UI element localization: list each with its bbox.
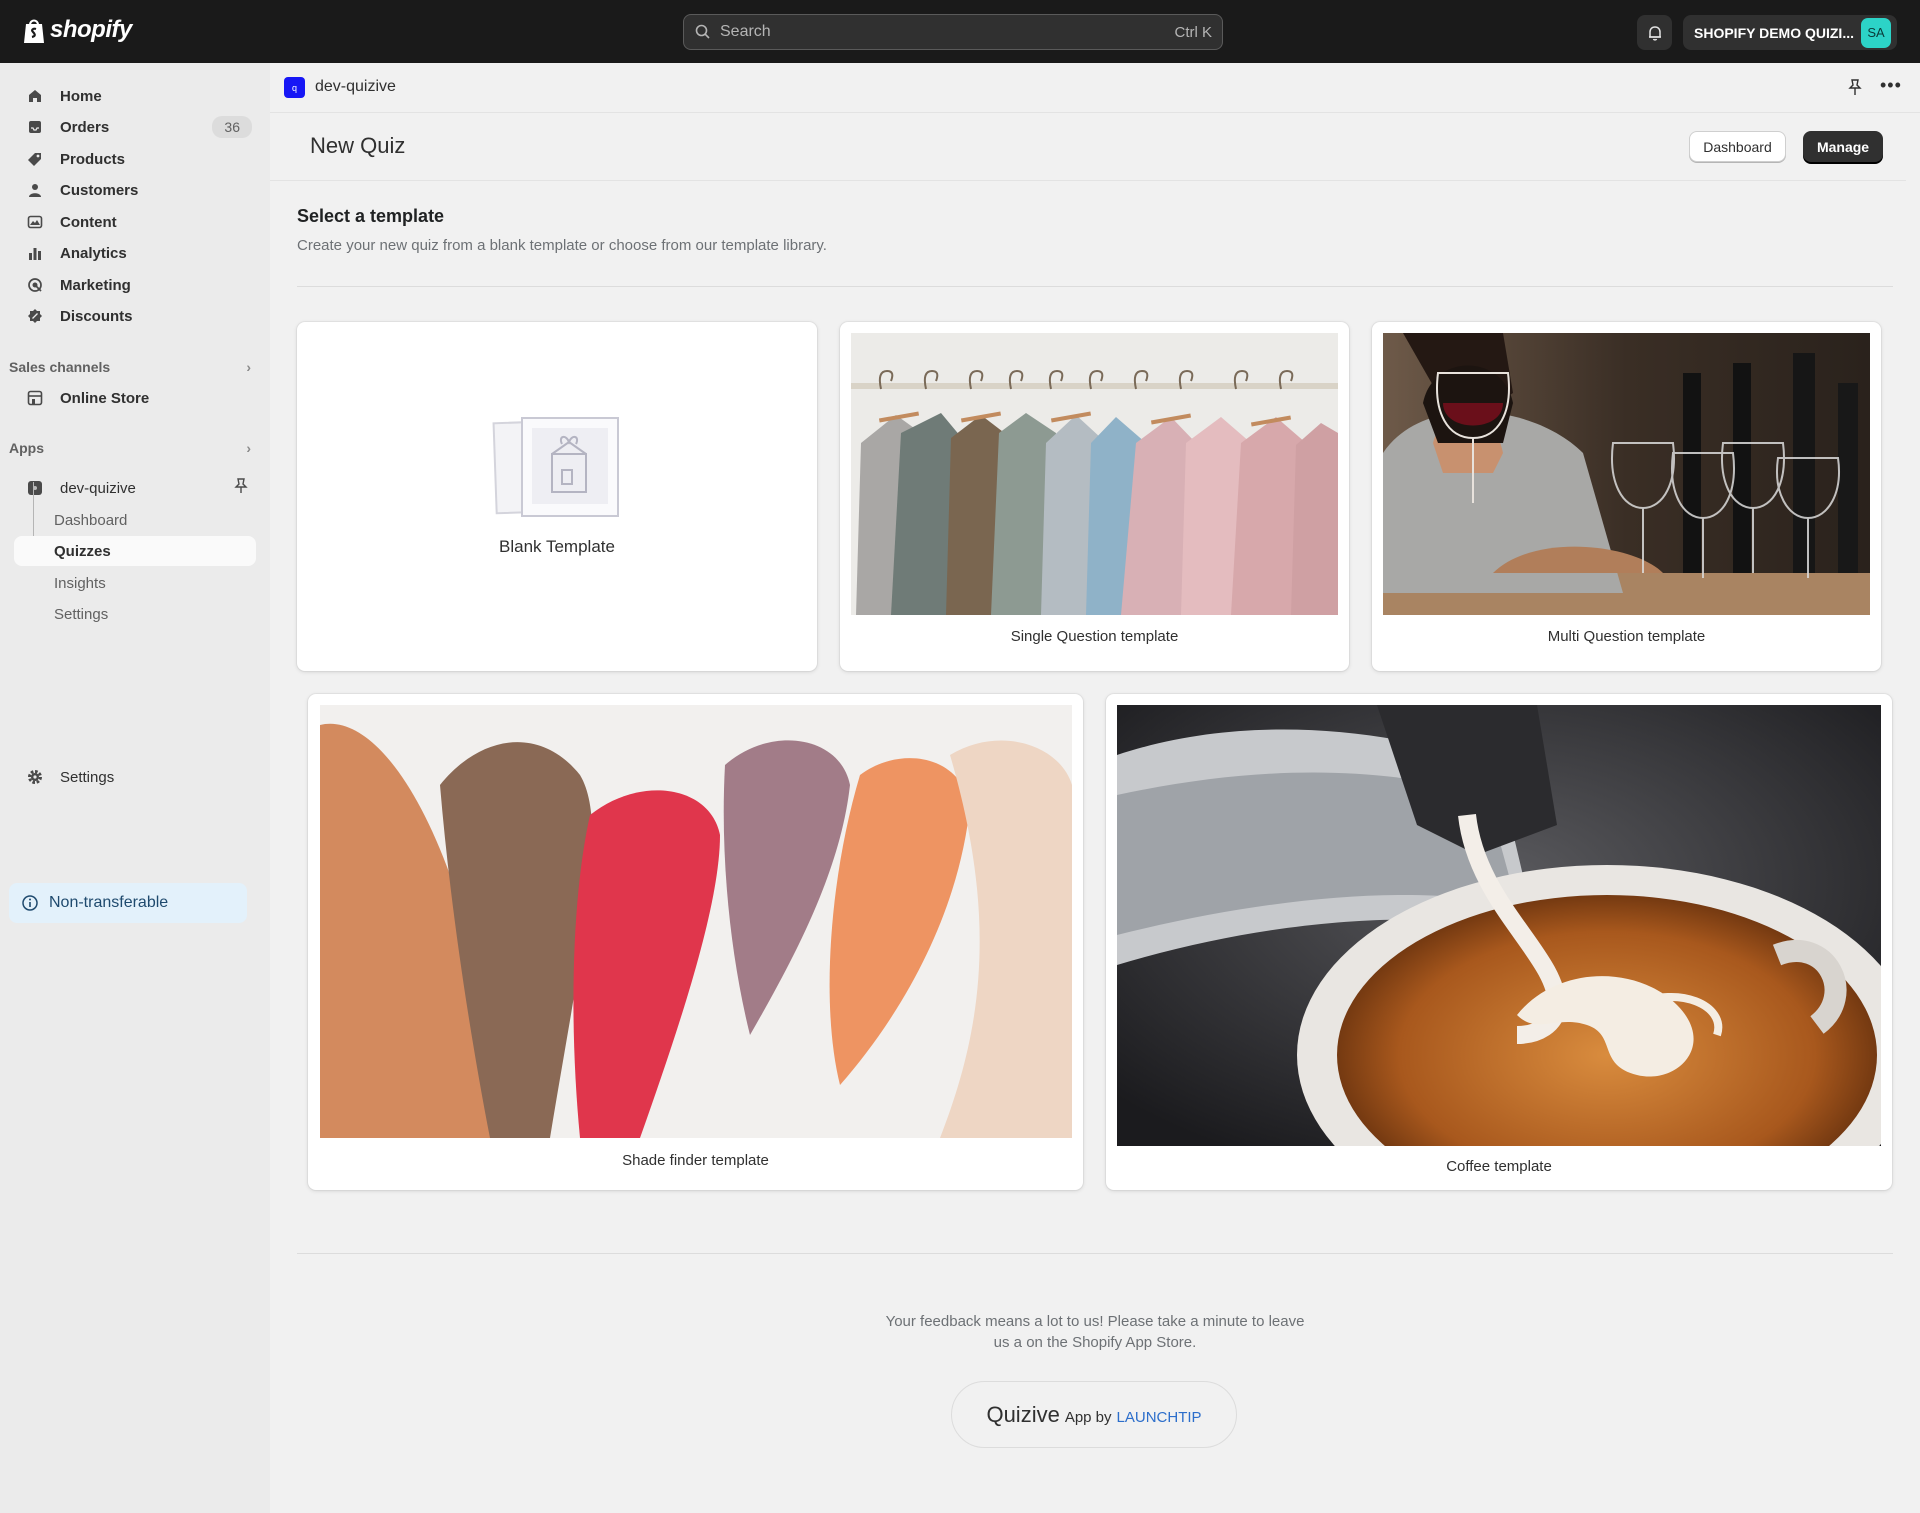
sidebar-item-label: Analytics — [60, 244, 127, 262]
app-icon — [25, 478, 45, 498]
sidebar-item-marketing[interactable]: Marketing — [14, 270, 256, 300]
sidebar-item-label: Customers — [60, 181, 139, 199]
app-header: q dev-quizive ••• — [270, 63, 1920, 113]
sidebar-item-dev-quizive[interactable]: dev-quizive — [14, 473, 256, 503]
sidebar-subitem-insights[interactable]: Insights — [14, 568, 256, 598]
feedback-message: Your feedback means a lot to us! Please … — [870, 1311, 1320, 1353]
orders-count-badge: 36 — [212, 116, 252, 138]
chevron-right-icon: › — [246, 440, 251, 456]
manage-button[interactable]: Manage — [1803, 131, 1883, 162]
discount-icon — [25, 306, 45, 326]
store-name: SHOPIFY DEMO QUIZI... — [1694, 24, 1854, 41]
image-placeholder-icon — [492, 417, 619, 517]
brand-wordmark: shopify — [50, 16, 132, 43]
sidebar-item-label: Orders — [60, 118, 110, 136]
template-label: Blank Template — [499, 537, 615, 556]
inbox-icon — [25, 117, 45, 137]
app-by-text: App by — [1064, 1408, 1112, 1426]
bell-icon — [1648, 25, 1661, 41]
sidebar-item-label: Settings — [60, 768, 115, 786]
non-transferable-label: Non-transferable — [49, 894, 169, 911]
shopify-bag-icon — [24, 19, 44, 43]
search-icon — [695, 24, 710, 39]
sidebar-item-online-store[interactable]: Online Store — [14, 383, 256, 413]
sidebar-item-home[interactable]: Home — [14, 81, 256, 111]
gear-icon — [25, 767, 45, 787]
latte-art-image — [1117, 705, 1881, 1146]
section-title: Select a template — [297, 206, 445, 226]
clothes-rack-image — [851, 333, 1338, 615]
chevron-right-icon: › — [246, 359, 251, 375]
sidebar-subitem-settings[interactable]: Settings — [14, 599, 256, 629]
info-icon — [22, 895, 38, 911]
sidebar-item-settings[interactable]: Settings — [14, 762, 256, 792]
dashboard-button[interactable]: Dashboard — [1689, 131, 1786, 162]
template-card-blank[interactable]: Blank Template — [297, 322, 817, 671]
sidebar-subitem-quizzes[interactable]: Quizzes — [14, 536, 256, 566]
feedback-line: Your feedback means a lot to us! Please … — [885, 1313, 1305, 1330]
content-icon — [25, 212, 45, 232]
apps-header[interactable]: Apps › — [9, 440, 251, 456]
sales-channels-header[interactable]: Sales channels › — [9, 359, 251, 375]
bar-chart-icon — [25, 243, 45, 263]
section-subtitle: Create your new quiz from a blank templa… — [297, 237, 827, 254]
eyeshadow-swatches-image — [320, 705, 1072, 1138]
maker-link[interactable]: LAUNCHTIP — [1117, 1409, 1202, 1426]
person-icon — [25, 180, 45, 200]
template-card-single-question[interactable]: Single Question template — [840, 322, 1349, 671]
sidebar-item-content[interactable]: Content — [14, 207, 256, 237]
sales-channels-label: Sales channels — [9, 359, 111, 375]
sidebar: Home Orders 36 Products Customers Conten… — [0, 63, 270, 1513]
template-card-multi-question[interactable]: Multi Question template — [1372, 322, 1881, 671]
page-title: New Quiz — [310, 133, 406, 158]
divider — [297, 286, 1893, 287]
search-placeholder: Search — [720, 23, 771, 40]
template-label: Multi Question template — [1547, 628, 1706, 645]
template-label: Shade finder template — [622, 1152, 769, 1169]
sidebar-item-label: dev-quizive — [60, 479, 136, 497]
app-logo: q — [284, 77, 305, 98]
wine-tasting-image — [1383, 333, 1870, 615]
template-card-shade-finder[interactable]: Shade finder template — [308, 694, 1083, 1190]
sidebar-item-label: Home — [60, 87, 102, 105]
sidebar-item-label: Discounts — [60, 307, 133, 325]
top-bar: shopify Search Ctrl K SHOPIFY DEMO QUIZI… — [0, 0, 1920, 63]
sidebar-item-label: Products — [60, 150, 126, 168]
search-shortcut: Ctrl K — [1174, 23, 1213, 41]
sidebar-item-discounts[interactable]: Discounts — [14, 301, 256, 331]
sidebar-item-analytics[interactable]: Analytics — [14, 238, 256, 268]
pin-icon[interactable] — [234, 477, 248, 499]
apps-label: Apps — [9, 440, 44, 456]
shopify-logo[interactable]: shopify — [22, 16, 132, 44]
sidebar-item-products[interactable]: Products — [14, 144, 256, 174]
notifications-button[interactable] — [1637, 15, 1672, 50]
template-label: Coffee template — [1446, 1158, 1552, 1175]
template-card-coffee[interactable]: Coffee template — [1106, 694, 1892, 1190]
more-options-icon[interactable]: ••• — [1880, 75, 1902, 96]
app-credit-badge[interactable]: Quizive App by LAUNCHTIP — [951, 1381, 1237, 1448]
avatar: SA — [1861, 17, 1891, 48]
home-icon — [25, 86, 45, 106]
divider — [297, 1253, 1893, 1254]
sidebar-subitem-dashboard[interactable]: Dashboard — [14, 505, 256, 535]
app-name: dev-quizive — [315, 78, 396, 95]
page-header: New Quiz Dashboard Manage — [270, 113, 1906, 181]
sidebar-item-orders[interactable]: Orders 36 — [14, 112, 256, 142]
non-transferable-banner[interactable]: Non-transferable — [9, 883, 247, 923]
tag-icon — [25, 149, 45, 169]
pin-icon[interactable] — [1848, 79, 1862, 101]
store-menu-button[interactable]: SHOPIFY DEMO QUIZI... SA — [1683, 15, 1897, 50]
sidebar-item-customers[interactable]: Customers — [14, 175, 256, 205]
template-label: Single Question template — [1010, 628, 1179, 645]
feedback-line: us a on the Shopify App Store. — [993, 1334, 1197, 1351]
app-brand: Quizive — [986, 1401, 1060, 1427]
search-input[interactable]: Search Ctrl K — [683, 14, 1223, 50]
store-icon — [25, 388, 45, 408]
target-icon — [25, 275, 45, 295]
sidebar-item-label: Marketing — [60, 276, 131, 294]
sidebar-item-label: Online Store — [60, 389, 150, 407]
sidebar-item-label: Content — [60, 213, 117, 231]
